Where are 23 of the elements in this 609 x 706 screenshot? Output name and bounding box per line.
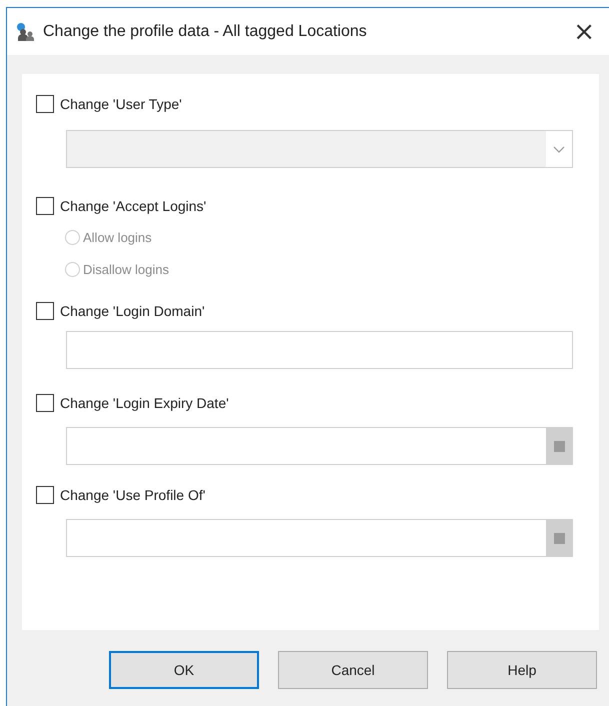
dialog-button[interactable]: OK bbox=[109, 651, 259, 689]
dialog-button[interactable]: Cancel bbox=[278, 651, 428, 689]
checkbox-label: Change 'Use Profile Of' bbox=[60, 487, 206, 503]
checkbox[interactable] bbox=[36, 302, 54, 320]
checkbox[interactable] bbox=[36, 486, 54, 504]
chevron-down-icon bbox=[553, 146, 565, 152]
input-field[interactable] bbox=[66, 519, 573, 557]
picker-button[interactable] bbox=[546, 520, 572, 556]
radio-label: Allow logins bbox=[83, 230, 152, 244]
checkbox-label: Change 'Accept Logins' bbox=[60, 198, 206, 214]
checkbox-label: Change 'User Type' bbox=[60, 96, 182, 112]
checkbox-label: Change 'Login Domain' bbox=[60, 303, 205, 319]
input-field[interactable] bbox=[66, 331, 573, 369]
checkbox[interactable] bbox=[36, 394, 54, 412]
input-field[interactable] bbox=[66, 427, 573, 465]
picker-button[interactable] bbox=[546, 428, 572, 464]
dialog-button[interactable]: Help bbox=[447, 651, 597, 689]
window-title: Change the profile data - All tagged Locations bbox=[43, 22, 368, 40]
checkbox-label: Change 'Login Expiry Date' bbox=[60, 395, 229, 411]
close-button[interactable]: × bbox=[567, 18, 601, 44]
checkbox[interactable] bbox=[36, 197, 54, 215]
users-icon bbox=[15, 22, 35, 42]
radio-label: Disallow logins bbox=[83, 262, 169, 276]
